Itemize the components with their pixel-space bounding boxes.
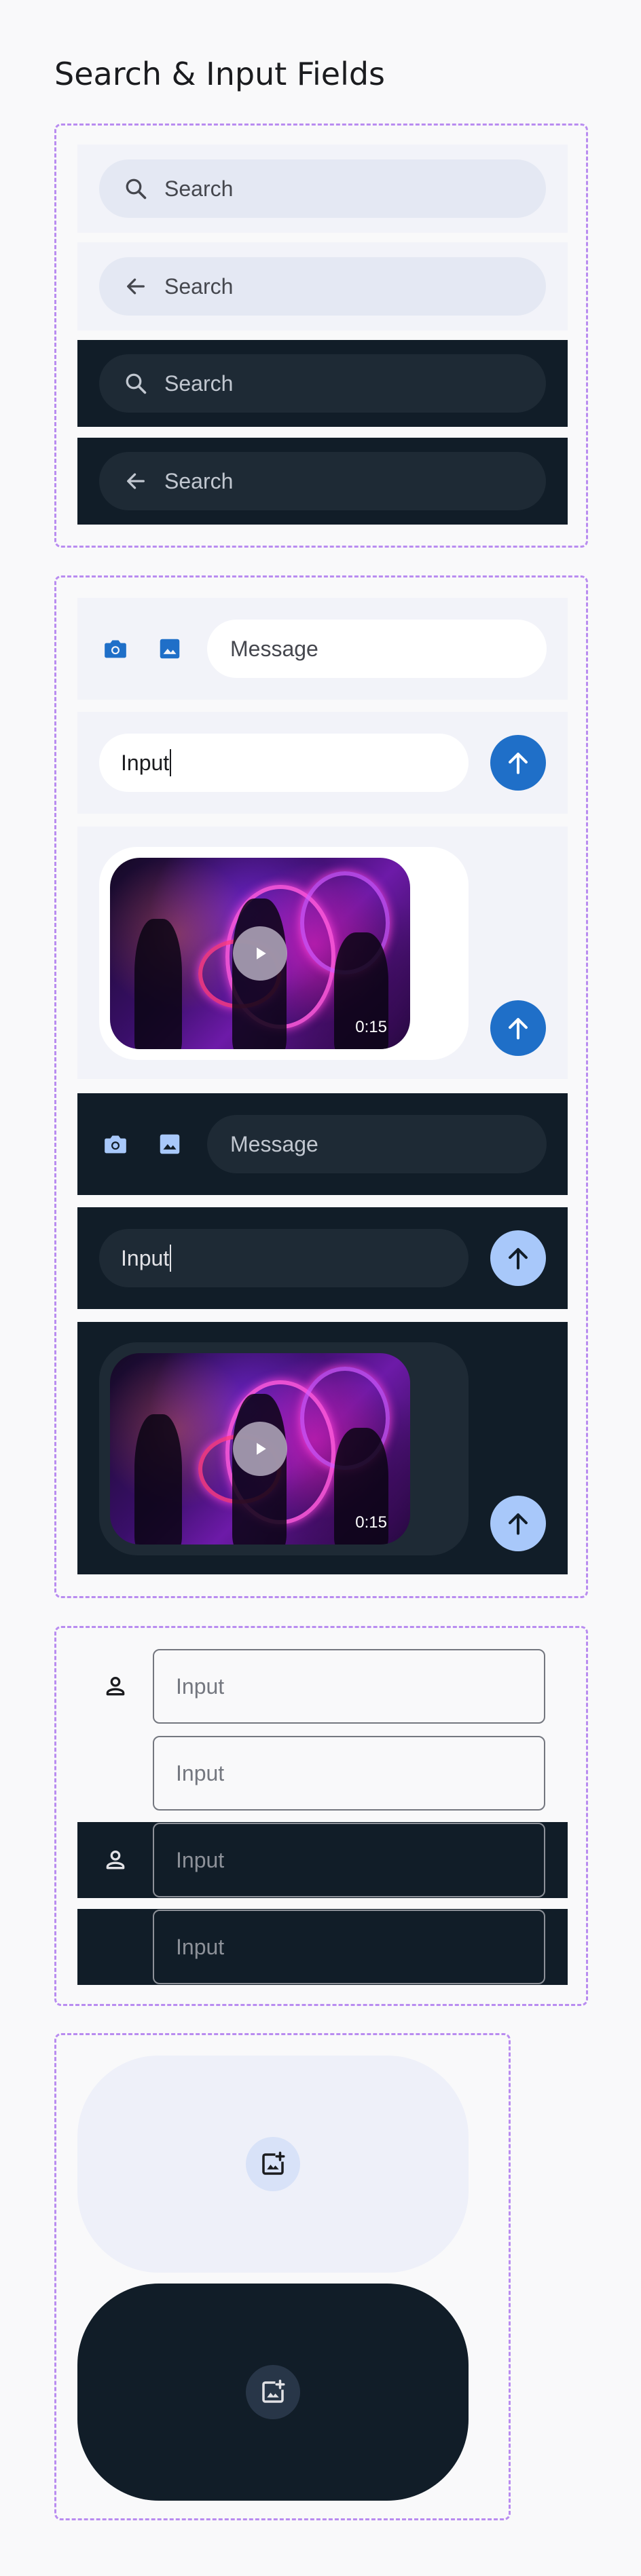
video-duration: 0:15 [355,1018,387,1036]
video-duration: 0:15 [355,1513,387,1532]
input-value: Input [121,750,170,775]
outlined-input-row-light: Input [77,1648,568,1724]
input-placeholder: Input [176,1673,225,1699]
person-icon [99,1670,132,1703]
text-input[interactable]: Input [99,1229,469,1287]
play-button[interactable] [233,1422,287,1476]
search-bar-with-back[interactable]: Search [99,452,546,510]
search-panel-light-back: Search [77,242,568,330]
media-composer-dark: 0:15 [77,1322,568,1574]
send-button[interactable] [490,1496,546,1551]
image-picker-light[interactable] [77,2056,469,2273]
search-bar-with-back[interactable]: Search [99,257,546,316]
input-composer-dark: Input [77,1207,568,1309]
media-attachment[interactable]: 0:15 [99,847,469,1060]
camera-icon[interactable] [99,1128,132,1160]
search-bar[interactable]: Search [99,354,546,413]
play-icon [257,1443,266,1455]
search-icon [122,370,149,397]
outlined-input-row-dark-plain: Input [77,1909,568,1985]
search-panel-dark-back: Search [77,438,568,525]
message-input[interactable]: Message [207,1115,547,1173]
video-thumbnail[interactable]: 0:15 [110,1353,410,1545]
search-bar[interactable]: Search [99,159,546,218]
arrow-up-icon [509,1018,528,1040]
send-button[interactable] [490,1000,546,1056]
search-placeholder: Search [164,468,234,493]
arrow-back-icon[interactable] [122,468,149,495]
arrow-up-icon [509,1248,528,1270]
page-title: Search & Input Fields [54,56,386,92]
send-button[interactable] [490,1230,546,1286]
media-attachment[interactable]: 0:15 [99,1342,469,1555]
search-panel-light: Search [77,145,568,233]
media-composer-light: 0:15 [77,827,568,1079]
message-placeholder: Message [230,1131,318,1156]
image-icon[interactable] [153,632,186,665]
add-photo-icon[interactable] [246,2137,300,2191]
outlined-input-row-light-plain: Input [77,1735,568,1811]
input-placeholder: Input [176,1847,225,1872]
send-button[interactable] [490,735,546,791]
message-composer-dark: Message [77,1093,568,1195]
input-placeholder: Input [176,1934,225,1959]
add-photo-icon[interactable] [246,2365,300,2419]
image-icon[interactable] [153,1128,186,1160]
input-placeholder: Input [176,1760,225,1785]
play-icon [257,947,266,960]
text-caret [170,749,172,776]
arrow-up-icon [509,753,528,774]
input-composer-light: Input [77,712,568,814]
person-icon [99,1844,132,1876]
play-button[interactable] [233,926,287,981]
outlined-input[interactable]: Input [153,1910,545,1984]
search-icon [122,175,149,202]
camera-icon[interactable] [99,632,132,665]
video-thumbnail[interactable]: 0:15 [110,858,410,1049]
outlined-input-row-dark: Input [77,1822,568,1898]
search-placeholder: Search [164,176,234,201]
message-input[interactable]: Message [207,620,547,678]
arrow-up-icon [509,1513,528,1535]
outlined-inputs-group: Input Input Input Input [54,1626,588,2006]
search-placeholder: Search [164,371,234,396]
search-placeholder: Search [164,273,234,299]
image-picker-dark[interactable] [77,2284,469,2501]
image-picker-group [54,2033,511,2520]
composer-group: Message Input 0:15 Message Input 0:15 [54,575,588,1598]
arrow-back-icon[interactable] [122,273,149,300]
outlined-input[interactable]: Input [153,1736,545,1811]
message-composer-light: Message [77,598,568,700]
input-value: Input [121,1245,170,1270]
outlined-input[interactable]: Input [153,1823,545,1897]
outlined-input[interactable]: Input [153,1649,545,1724]
text-input[interactable]: Input [99,734,469,792]
message-placeholder: Message [230,636,318,661]
search-bars-group: Search Search Search Search [54,124,588,548]
search-panel-dark: Search [77,340,568,427]
text-caret [170,1245,172,1272]
